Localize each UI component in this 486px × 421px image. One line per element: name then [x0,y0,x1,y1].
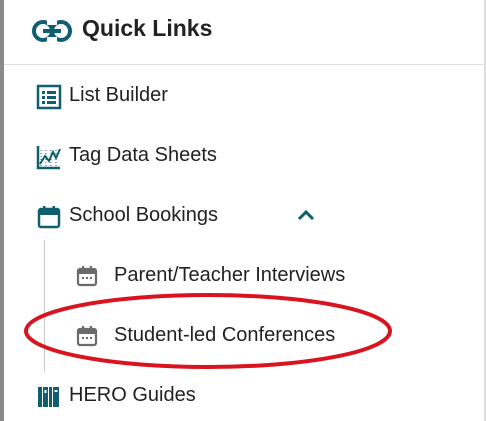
highlight-ellipse-annotation [24,293,392,369]
menu-item-list-builder[interactable]: List Builder [4,76,484,116]
menu-item-label: HERO Guides [69,384,196,406]
page-title: Quick Links [82,15,213,41]
menu-item-label: School Bookings [69,204,218,226]
list-builder-icon [36,84,62,110]
menu-item-hero-guides[interactable]: HERO Guides [4,376,484,416]
menu-item-label: Tag Data Sheets [69,144,217,166]
link-icon [32,19,72,43]
panel-header: Quick Links [4,0,484,65]
menu-item-tag-data-sheets[interactable]: Tag Data Sheets [4,136,484,176]
quick-links-panel: Quick Links List Builder Tag Data Sheets [4,0,484,421]
chevron-up-icon[interactable] [294,203,318,227]
menu-item-label: List Builder [69,84,168,106]
chart-icon [36,146,61,170]
book-icon [38,387,59,407]
calendar-icon [37,206,61,229]
menu-item-school-bookings[interactable]: School Bookings [4,196,484,236]
sub-item-label: Parent/Teacher Interviews [114,264,346,286]
calendar-icon [76,266,98,287]
